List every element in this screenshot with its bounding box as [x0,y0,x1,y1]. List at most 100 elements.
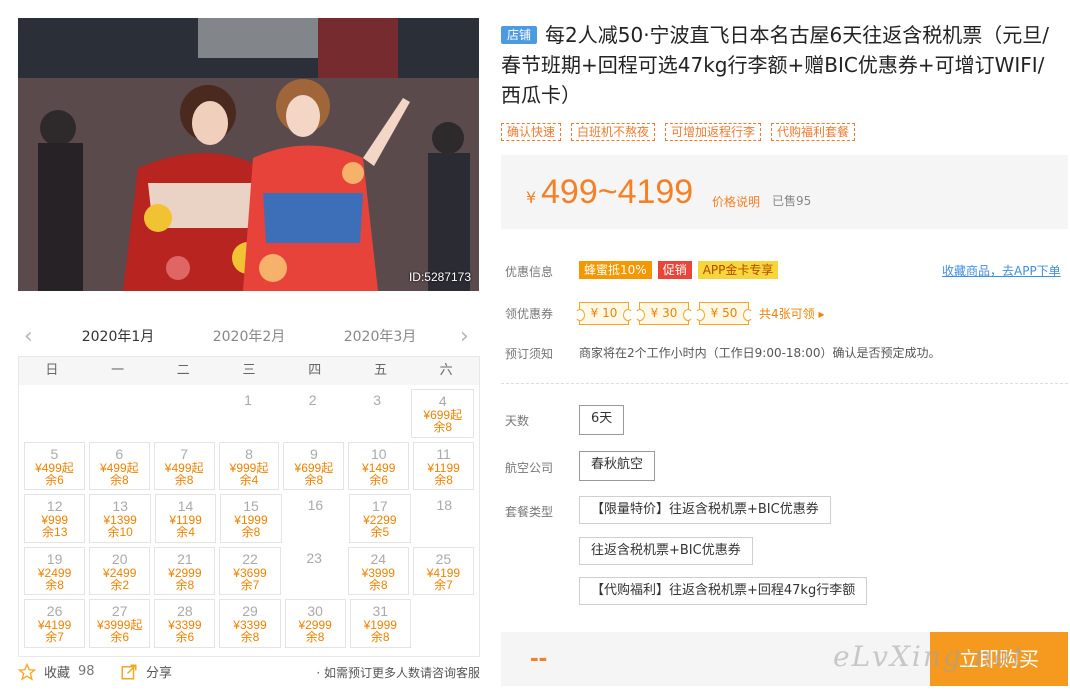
calendar: 日 一 二 三 四 五 六 1 2 3 4 ¥699起 余8 5 ¥499起 余6 6 ¥499起余… [18,356,480,657]
day-number: 14 [177,498,194,514]
share-button[interactable]: 分享 [120,662,172,681]
calendar-day-6[interactable]: 6 ¥499起 余8 [88,441,150,490]
product-actions: 收藏 98 分享 · 如需预订更多人数请咨询客服 [18,660,480,684]
weekday: 四 [308,363,322,378]
calendar-day-19[interactable]: 19 ¥2499 余8 [24,546,86,595]
calendar-day-30[interactable]: 30 ¥2999 余8 [284,599,346,648]
calendar-day-14[interactable]: 14 ¥1199 余4 [154,494,217,543]
day-price: ¥1499 [362,460,396,475]
calendar-grid: 1 2 3 4 ¥699起 余8 5 ¥499起 余6 6 ¥499起 余8 7 ¥499起 余8 8 ¥999… [19,385,479,656]
tab-month-2[interactable]: 2020年2月 [201,326,297,356]
weekday: 六 [439,363,453,378]
day-remaining: 余8 [240,630,260,644]
day-number: 1 [244,392,252,408]
calendar-day-21[interactable]: 21 ¥2999 余8 [154,546,216,595]
calendar-day-13[interactable]: 13 ¥1399 余10 [89,494,151,543]
calendar-day-11[interactable]: 11 ¥1199 余8 [413,441,475,490]
option-package-2[interactable]: 往返含税机票+BIC优惠券 [579,537,753,565]
calendar-empty-cell [89,389,150,438]
coupon-button[interactable]: ¥ 10 [575,302,633,325]
next-month-chevron-icon[interactable]: › [460,326,474,348]
day-remaining: 余8 [175,577,195,592]
calendar-weekday-header: 日 一 二 三 四 五 六 [19,357,479,385]
calendar-empty-cell [24,389,85,438]
option-package-1[interactable]: 【限量特价】往返含税机票+BIC优惠券 [579,496,831,524]
day-price: ¥2499 [37,565,72,580]
feature-tag: 白班机不熬夜 [571,123,656,141]
calendar-day-29[interactable]: 29 ¥3399 余8 [219,599,281,648]
day-remaining: 余10 [107,525,133,539]
coupon-more-link[interactable]: 共4张可领 ▸ [759,305,824,322]
day-number: 11 [436,445,451,462]
day-price: ¥4199 [426,565,461,580]
calendar-week-row: 1 2 3 4 ¥699起 余8 [22,387,476,440]
package-label: 套餐类型 [505,505,554,519]
day-number: 9 [309,445,318,462]
calendar-day-9[interactable]: 9 ¥699起 余8 [283,441,345,490]
calendar-day-27[interactable]: 27 ¥3999起 余6 [89,599,151,648]
day-remaining: 余13 [42,525,68,539]
calendar-day-22[interactable]: 22 ¥3699 余7 [219,546,281,595]
calendar-day-8[interactable]: 8 ¥999起 余4 [218,441,280,490]
watermark: eLvXing.net [833,640,1026,673]
calendar-day-17[interactable]: 17 ¥2299 余5 [349,494,411,543]
coupons-label: 领优惠券 [505,307,554,321]
day-number: 30 [307,603,323,619]
section-divider [501,383,1068,384]
day-remaining: 余8 [434,472,453,487]
day-number: 27 [111,603,128,619]
price-box: ¥ 499~4199 价格说明 已售95 [501,155,1068,229]
coupon-button[interactable]: ¥ 50 [695,302,753,325]
day-number: 31 [372,603,389,619]
day-price: ¥3999 [361,565,395,580]
day-remaining: 余8 [305,630,325,644]
coupon-button[interactable]: ¥ 30 [635,302,693,325]
weekday: 五 [373,363,387,378]
day-price: ¥499起 [99,460,139,475]
kimono-photo-illustration [18,18,479,291]
calendar-day-25[interactable]: 25 ¥4199 余7 [412,546,474,595]
tab-month-3[interactable]: 2020年3月 [332,326,428,356]
calendar-day-24[interactable]: 24 ¥3999 余8 [347,546,409,595]
favorite-app-link[interactable]: 收藏商品，去APP下单 [942,262,1061,279]
calendar-day-12[interactable]: 12 ¥999 余13 [24,494,86,543]
calendar-day-26[interactable]: 26 ¥4199 余7 [24,599,86,648]
promo-tag-honey: 蜂蜜抵10% [579,261,652,279]
favorite-button[interactable]: 收藏 98 [18,662,95,681]
day-price: ¥1199 [427,460,460,475]
option-package-3[interactable]: 【代购福利】往返含税机票+回程47kg行李额 [579,577,868,605]
day-remaining: 余6 [110,630,130,644]
day-price: ¥499起 [35,460,74,475]
month-selector: ‹ 2020年1月 2020年2月 2020年3月 › [18,318,480,359]
option-airline[interactable]: 春秋航空 [579,451,656,481]
day-number: 25 [435,550,452,567]
day-price: ¥2999 [168,565,202,580]
calendar-week-row: 5 ¥499起 余6 6 ¥499起 余8 7 ¥499起 余8 8 ¥999起 余4 9 ¥699起 余8… [22,440,476,493]
calendar-day-10[interactable]: 10 ¥1499 余6 [348,441,410,490]
weekday: 三 [242,363,256,378]
days-label: 天数 [505,414,530,428]
price-range: 499~4199 [541,173,694,211]
day-remaining: 余4 [239,472,259,487]
currency-symbol: ¥ [526,188,537,207]
calendar-day-7[interactable]: 7 ¥499起 余8 [153,441,215,490]
calendar-week-row: 19 ¥2499 余8 20 ¥2499 余2 21 ¥2999 余8 22 ¥3699 余7 23 24… [22,545,476,598]
day-number: 21 [177,550,193,567]
calendar-day-15[interactable]: 15 ¥1999 余8 [220,494,282,543]
day-remaining: 余8 [304,472,324,487]
calendar-day-31[interactable]: 31 ¥1999 余8 [349,599,411,648]
booking-label: 预订须知 [505,347,554,361]
tab-month-1[interactable]: 2020年1月 [70,326,166,359]
day-number: 15 [243,498,259,514]
calendar-day-28[interactable]: 28 ¥3399 余6 [154,599,216,648]
calendar-day-4[interactable]: 4 ¥699起 余8 [411,389,475,438]
price-explain-link[interactable]: 价格说明 [712,193,760,210]
option-days-6[interactable]: 6天 [579,405,625,435]
calendar-day-5[interactable]: 5 ¥499起 余6 [24,441,85,490]
share-label: 分享 [146,666,173,681]
day-remaining: 余6 [369,472,389,487]
calendar-day-20[interactable]: 20 ¥2499 余2 [89,546,151,595]
favorite-count: 98 [78,664,95,679]
prev-month-chevron-icon[interactable]: ‹ [24,326,38,348]
day-number: 24 [370,550,387,567]
